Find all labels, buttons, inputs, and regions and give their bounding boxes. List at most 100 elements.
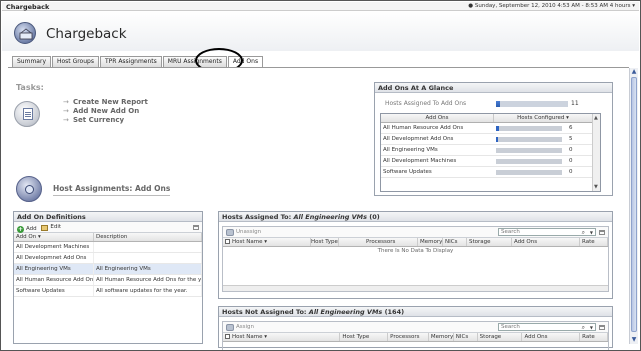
- chevron-down-icon[interactable]: ▼: [590, 324, 593, 331]
- glance-row[interactable]: All Engineering VMs 0: [381, 145, 600, 156]
- edit-icon: [41, 224, 49, 231]
- definitions-panel: Add On Definitions + Add Edit Add On ▾ De…: [13, 211, 203, 344]
- col-hosts-configured[interactable]: Hosts Configured ▾: [494, 114, 593, 122]
- col-add-ons[interactable]: Add Ons: [522, 333, 581, 341]
- set-currency-link[interactable]: → Set Currency: [63, 116, 148, 125]
- glance-row-name: All Human Resource Add Ons: [383, 125, 464, 131]
- col-memory[interactable]: Memory: [429, 333, 454, 341]
- column-chooser-icon[interactable]: [599, 325, 605, 330]
- column-chooser-icon[interactable]: [193, 225, 199, 230]
- tab-host-groups[interactable]: Host Groups: [52, 56, 99, 67]
- glance-scrollbar[interactable]: ▲ ▼: [592, 114, 600, 191]
- chevron-down-icon[interactable]: ▼: [590, 229, 593, 236]
- assign-button[interactable]: Assign: [226, 322, 254, 333]
- definitions-toolbar: + Add Edit: [14, 222, 202, 233]
- col-host-type[interactable]: Host Type: [340, 333, 389, 341]
- col-processors[interactable]: Processors: [388, 333, 429, 341]
- scroll-up-icon[interactable]: ▲: [594, 115, 598, 121]
- title-bar: Chargeback ● Sunday, September 12, 2010 …: [2, 2, 639, 11]
- glance-title: Add Ons At A Glance: [375, 83, 612, 93]
- definition-description: All software updates for the year.: [94, 286, 202, 296]
- glance-row-name: All Engineering VMs: [383, 147, 438, 153]
- col-rate[interactable]: Rate: [580, 238, 608, 246]
- assigned-title: Hosts Assigned To: All Engineering VMs (…: [219, 212, 612, 222]
- scroll-down-icon[interactable]: ▼: [631, 337, 637, 343]
- glance-row[interactable]: All Development Machines 0: [381, 156, 600, 167]
- not-assigned-title: Hosts Not Assigned To: All Engineering V…: [219, 307, 612, 317]
- glance-summary-label: Hosts Assigned To Add Ons: [385, 100, 467, 107]
- select-all-checkbox[interactable]: [225, 239, 230, 244]
- col-host-type[interactable]: Host Type: [311, 238, 339, 246]
- hosts-bar: [496, 126, 562, 131]
- tasks-list: → Create New Report → Add New Add On → Set …: [63, 98, 148, 125]
- glance-summary-bar: [496, 101, 568, 107]
- add-new-add-on-link[interactable]: → Add New Add On: [63, 107, 148, 116]
- scroll-down-icon[interactable]: ▼: [594, 184, 598, 190]
- definition-row[interactable]: Software Updates All software updates for…: [14, 286, 202, 297]
- hosts-count: 0: [569, 169, 573, 175]
- not-assigned-panel: Hosts Not Assigned To: All Engineering V…: [218, 306, 613, 350]
- definition-row[interactable]: All Developmnet Add Ons: [14, 253, 202, 264]
- arrow-icon: →: [63, 98, 69, 106]
- tab-tpr-assignments[interactable]: TPR Assignments: [99, 56, 162, 67]
- definition-row[interactable]: All Human Resource Add Ons All Human Reso…: [14, 275, 202, 286]
- add-button[interactable]: + Add: [17, 224, 37, 235]
- glance-table-header: Add Ons Hosts Configured ▾: [381, 114, 600, 123]
- hosts-bar: [496, 170, 562, 175]
- col-add-ons[interactable]: Add Ons: [512, 238, 580, 246]
- assigned-panel: Hosts Assigned To: All Engineering VMs (…: [218, 211, 613, 299]
- arrow-icon: →: [63, 107, 69, 115]
- definition-row[interactable]: All Engineering VMs All Engineering VMs: [14, 264, 202, 275]
- select-all-checkbox[interactable]: [225, 334, 230, 339]
- glance-row[interactable]: Software Updates 0: [381, 167, 600, 178]
- col-processors[interactable]: Processors: [339, 238, 418, 246]
- glance-row-hosts: 0: [494, 167, 593, 177]
- search-icon: ⌕: [581, 324, 585, 331]
- definition-description: All Human Resource Add Ons for the ye: [96, 275, 202, 285]
- col-host-name[interactable]: Host Name ▾: [223, 333, 341, 341]
- column-chooser-icon[interactable]: [599, 230, 605, 235]
- tasks-icon: [14, 101, 40, 127]
- definition-name: All Developmnet Add Ons: [14, 253, 94, 263]
- col-add-ons[interactable]: Add Ons: [381, 114, 494, 122]
- assigned-hscroll[interactable]: [223, 285, 608, 291]
- hosts-count: 0: [569, 147, 573, 153]
- assign-icon: [226, 324, 234, 331]
- col-nics[interactable]: NICs: [454, 333, 478, 341]
- col-nics[interactable]: NICs: [443, 238, 467, 246]
- definition-description: [94, 242, 202, 252]
- unassign-button[interactable]: Unassign: [226, 227, 261, 238]
- search-icon: ⌕: [581, 229, 585, 236]
- glance-panel: Add Ons At A Glance Hosts Assigned To Ad…: [374, 82, 613, 196]
- glance-row-name: All Development Machines: [383, 158, 457, 164]
- edit-button[interactable]: Edit: [41, 222, 61, 233]
- host-assignments-title: Host Assignments: Add Ons: [53, 184, 171, 196]
- definition-name: All Development Machines: [14, 242, 94, 252]
- scroll-up-icon[interactable]: ▲: [631, 69, 637, 75]
- col-rate[interactable]: Rate: [580, 333, 608, 341]
- not-assigned-header: Host Name ▾ Host Type Processors Memory …: [223, 333, 608, 342]
- tasks-heading: Tasks:: [16, 83, 44, 92]
- col-storage[interactable]: Storage: [467, 238, 512, 246]
- definition-row[interactable]: All Development Machines: [14, 242, 202, 253]
- page-scrollbar[interactable]: ▲ ▼: [629, 68, 638, 344]
- host-assignments-icon: [16, 176, 42, 202]
- tab-summary[interactable]: Summary: [12, 56, 51, 67]
- scroll-thumb[interactable]: [631, 77, 637, 332]
- assigned-search-input[interactable]: Search ⌕ ▼: [498, 228, 596, 236]
- assigned-header: Host Name ▾ Host Type Processors Memory …: [223, 238, 608, 247]
- definitions-title: Add On Definitions: [14, 212, 202, 222]
- col-host-name[interactable]: Host Name ▾: [223, 238, 311, 246]
- col-description[interactable]: Description: [94, 233, 202, 241]
- not-assigned-toolbar: Assign Search ⌕ ▼: [223, 322, 608, 333]
- hosts-bar-fill: [496, 126, 499, 131]
- glance-row[interactable]: All Developmnet Add Ons 5: [381, 134, 600, 145]
- glance-row[interactable]: All Human Resource Add Ons 6: [381, 123, 600, 134]
- not-assigned-search-input[interactable]: Search ⌕ ▼: [498, 323, 596, 331]
- col-storage[interactable]: Storage: [478, 333, 523, 341]
- col-memory[interactable]: Memory: [418, 238, 443, 246]
- time-range-selector[interactable]: ● Sunday, September 12, 2010 4:53 AM - 8…: [468, 3, 635, 9]
- create-new-report-link[interactable]: → Create New Report: [63, 98, 148, 107]
- arrow-icon: →: [63, 116, 69, 124]
- not-assigned-grid: Assign Search ⌕ ▼ Host Name ▾ Host Type Pr…: [222, 321, 609, 350]
